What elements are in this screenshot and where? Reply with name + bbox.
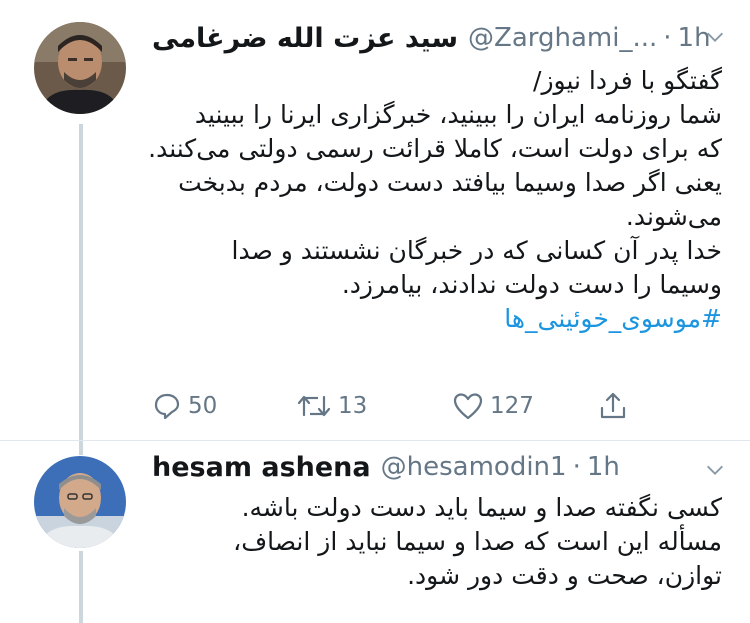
reply-icon xyxy=(154,393,180,420)
share-button[interactable] xyxy=(598,386,634,426)
tweet-header: hesam ashena @hesamodin1 · 1h xyxy=(152,447,726,487)
tweet-line: توازن، صحت و دقت دور شود. xyxy=(407,561,722,590)
tweet-line: خدا پدر آن کسانی که در خبرگان نشستند و ص… xyxy=(231,236,722,265)
retweet-icon xyxy=(297,395,331,417)
chevron-down-icon[interactable] xyxy=(704,26,726,48)
tweet-actions: 50 13 127 xyxy=(150,386,750,426)
display-name[interactable]: hesam ashena xyxy=(152,452,371,483)
tweet-line: شما روزنامه ایران را ببینید، خبرگزاری ای… xyxy=(194,100,722,129)
timestamp[interactable]: 1h xyxy=(587,452,620,482)
tweet-line: که برای دولت است، کاملا قرائت رسمی دولتی… xyxy=(148,134,722,163)
tweet-text: کسی نگفته صدا و سیما باید دست دولت باشه.… xyxy=(150,491,722,593)
thread-line xyxy=(79,551,83,623)
tweet-line: یعنی اگر صدا وسیما بیافتد دست دولت، مردم… xyxy=(178,168,722,197)
reply-count: 50 xyxy=(188,393,218,419)
hashtag-link[interactable]: #موسوی_خوئینی_ها xyxy=(150,302,722,336)
tweet[interactable]: hesam ashena @hesamodin1 · 1h کسی نگفته … xyxy=(0,441,750,623)
retweet-count: 13 xyxy=(338,393,368,419)
separator: · xyxy=(663,23,672,53)
thread-line xyxy=(79,124,83,440)
tweet[interactable]: سید عزت الله ضرغامی @Zarghami_... · 1h گ… xyxy=(0,0,750,441)
reply-button[interactable]: 50 xyxy=(152,386,217,426)
chevron-down-icon[interactable] xyxy=(704,459,726,481)
share-icon xyxy=(600,392,626,419)
retweet-button[interactable]: 13 xyxy=(296,386,367,426)
tweet-line: مسأله این است که صدا و سیما نباید از انص… xyxy=(233,527,722,556)
avatar[interactable] xyxy=(34,456,126,548)
tweet-header: سید عزت الله ضرغامی @Zarghami_... · 1h xyxy=(152,18,726,58)
user-handle[interactable]: @hesamodin1 xyxy=(381,452,567,482)
tweet-line: می‌شوند. xyxy=(625,202,722,231)
like-button[interactable]: 127 xyxy=(452,386,534,426)
avatar[interactable] xyxy=(34,22,126,114)
separator: · xyxy=(572,452,581,482)
user-handle[interactable]: @Zarghami_... xyxy=(468,23,657,53)
tweet-text: گفتگو با فردا نیوز/ شما روزنامه ایران را… xyxy=(148,64,722,336)
tweet-line: وسیما را دست دولت ندادند، بیامرزد. xyxy=(341,270,722,299)
thread-line xyxy=(79,441,83,455)
like-icon xyxy=(453,393,483,420)
display-name[interactable]: سید عزت الله ضرغامی xyxy=(152,23,458,54)
tweet-line: گفتگو با فردا نیوز/ xyxy=(533,66,722,95)
like-count: 127 xyxy=(490,393,534,419)
tweet-line: کسی نگفته صدا و سیما باید دست دولت باشه. xyxy=(241,493,722,522)
